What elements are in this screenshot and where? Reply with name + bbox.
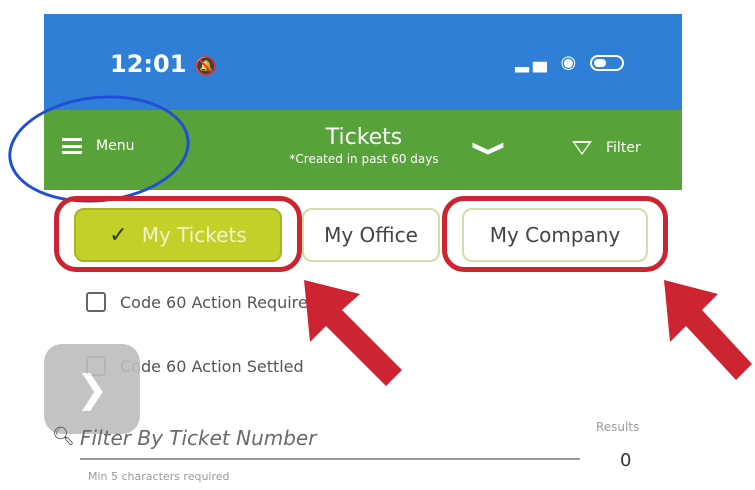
tab-label: My Office (324, 223, 418, 247)
chevron-down-icon[interactable]: ❯ (472, 139, 507, 157)
annotation-red-arrow (304, 280, 402, 386)
tab-label: My Company (489, 223, 621, 247)
annotation-red-arrow (664, 280, 752, 380)
results-label: Results (596, 420, 640, 434)
title-block[interactable]: Tickets *Created in past 60 days (244, 125, 484, 167)
tab-my-office[interactable]: My Office (302, 208, 440, 262)
signal-icon: ▂▄ (515, 52, 551, 73)
results-count: 0 (620, 450, 632, 471)
checkbox-icon[interactable] (86, 292, 106, 312)
bell-icon: 🔕 (194, 56, 218, 77)
filter-label: Filter (606, 140, 641, 156)
status-time: 12:01 🔕 (110, 50, 218, 78)
check-icon: ✓ (109, 222, 128, 248)
tab-my-company[interactable]: My Company (462, 208, 648, 262)
tab-my-tickets[interactable]: ✓ My Tickets (74, 208, 282, 262)
wifi-icon: ◉ (560, 52, 581, 73)
menu-button[interactable]: Menu (62, 138, 134, 154)
ticket-number-input[interactable] (80, 418, 580, 460)
status-icons: ▂▄ ◉ (515, 52, 624, 73)
tab-label: My Tickets (141, 223, 247, 247)
page-title: Tickets (325, 125, 403, 150)
menu-label: Menu (96, 138, 135, 154)
checkbox-code-60-action-required[interactable]: Code 60 Action Required (86, 292, 318, 312)
checkbox-label: Code 60 Action Required (120, 292, 318, 312)
helper-text: Min 5 characters required (88, 470, 230, 483)
page-subtitle: *Created in past 60 days (289, 152, 439, 166)
filter-button[interactable]: Filter (572, 140, 641, 156)
search-icon: 🔍︎ (52, 426, 75, 447)
app-bar: Menu Tickets *Created in past 60 days ❯ … (44, 110, 682, 190)
checkbox-label: Code 60 Action Settled (120, 356, 304, 376)
status-bar: 12:01 🔕 ▂▄ ◉ (44, 14, 682, 110)
funnel-icon (572, 141, 592, 155)
hamburger-icon (62, 138, 82, 154)
chevron-right-icon: ❯ (76, 367, 108, 411)
battery-icon (590, 55, 624, 71)
